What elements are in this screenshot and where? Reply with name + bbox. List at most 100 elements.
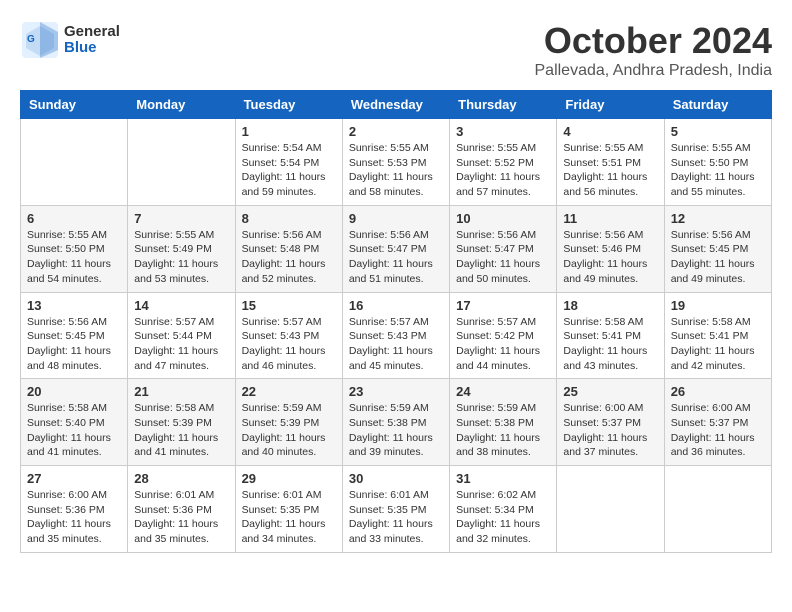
calendar-week-5: 27Sunrise: 6:00 AMSunset: 5:36 PMDayligh… — [21, 466, 772, 553]
day-info: Sunrise: 5:58 AMSunset: 5:40 PMDaylight:… — [27, 401, 121, 460]
day-number: 25 — [563, 384, 657, 399]
day-info: Sunrise: 6:01 AMSunset: 5:35 PMDaylight:… — [242, 488, 336, 547]
day-number: 29 — [242, 471, 336, 486]
calendar-cell: 20Sunrise: 5:58 AMSunset: 5:40 PMDayligh… — [21, 379, 128, 466]
day-info: Sunrise: 5:56 AMSunset: 5:45 PMDaylight:… — [27, 315, 121, 374]
day-info: Sunrise: 5:57 AMSunset: 5:44 PMDaylight:… — [134, 315, 228, 374]
calendar-cell: 23Sunrise: 5:59 AMSunset: 5:38 PMDayligh… — [342, 379, 449, 466]
col-thursday: Thursday — [450, 91, 557, 119]
day-number: 16 — [349, 298, 443, 313]
month-title: October 2024 — [535, 20, 773, 62]
day-info: Sunrise: 5:56 AMSunset: 5:47 PMDaylight:… — [456, 228, 550, 287]
day-info: Sunrise: 5:55 AMSunset: 5:49 PMDaylight:… — [134, 228, 228, 287]
day-info: Sunrise: 5:55 AMSunset: 5:51 PMDaylight:… — [563, 141, 657, 200]
calendar-cell: 24Sunrise: 5:59 AMSunset: 5:38 PMDayligh… — [450, 379, 557, 466]
calendar-cell: 13 Sunrise: 5:56 AMSunset: 5:45 PMDayligh… — [21, 292, 128, 379]
day-info: Sunrise: 5:55 AMSunset: 5:50 PMDaylight:… — [671, 141, 765, 200]
day-info: Sunrise: 5:58 AMSunset: 5:39 PMDaylight:… — [134, 401, 228, 460]
calendar-table: Sunday Monday Tuesday Wednesday Thursday… — [20, 90, 772, 553]
day-info: Sunrise: 5:58 AMSunset: 5:41 PMDaylight:… — [671, 315, 765, 374]
location: Pallevada, Andhra Pradesh, India — [535, 62, 773, 80]
calendar-cell: 4 Sunrise: 5:55 AMSunset: 5:51 PMDaylight… — [557, 119, 664, 206]
day-number: 30 — [349, 471, 443, 486]
day-info: Sunrise: 6:00 AMSunset: 5:37 PMDaylight:… — [671, 401, 765, 460]
calendar-cell: 31Sunrise: 6:02 AMSunset: 5:34 PMDayligh… — [450, 466, 557, 553]
day-number: 14 — [134, 298, 228, 313]
calendar-cell: 15 Sunrise: 5:57 AMSunset: 5:43 PMDayligh… — [235, 292, 342, 379]
day-info: Sunrise: 5:55 AMSunset: 5:50 PMDaylight:… — [27, 228, 121, 287]
calendar-cell: 1Sunrise: 5:54 AMSunset: 5:54 PMDaylight… — [235, 119, 342, 206]
calendar-cell: 8 Sunrise: 5:56 AMSunset: 5:48 PMDaylight… — [235, 205, 342, 292]
day-info: Sunrise: 5:56 AMSunset: 5:47 PMDaylight:… — [349, 228, 443, 287]
col-monday: Monday — [128, 91, 235, 119]
day-number: 7 — [134, 211, 228, 226]
calendar-cell: 19 Sunrise: 5:58 AMSunset: 5:41 PMDayligh… — [664, 292, 771, 379]
calendar-cell: 14 Sunrise: 5:57 AMSunset: 5:44 PMDayligh… — [128, 292, 235, 379]
logo-text: General Blue — [64, 24, 120, 57]
day-number: 15 — [242, 298, 336, 313]
calendar-cell: 7 Sunrise: 5:55 AMSunset: 5:49 PMDaylight… — [128, 205, 235, 292]
day-info: Sunrise: 6:00 AMSunset: 5:36 PMDaylight:… — [27, 488, 121, 547]
day-info: Sunrise: 5:58 AMSunset: 5:41 PMDaylight:… — [563, 315, 657, 374]
calendar-cell — [128, 119, 235, 206]
calendar-cell: 5 Sunrise: 5:55 AMSunset: 5:50 PMDaylight… — [664, 119, 771, 206]
calendar-week-3: 13 Sunrise: 5:56 AMSunset: 5:45 PMDayligh… — [21, 292, 772, 379]
day-number: 24 — [456, 384, 550, 399]
day-number: 28 — [134, 471, 228, 486]
day-info: Sunrise: 6:01 AMSunset: 5:35 PMDaylight:… — [349, 488, 443, 547]
calendar-cell: 29 Sunrise: 6:01 AMSunset: 5:35 PMDayligh… — [235, 466, 342, 553]
calendar-cell — [21, 119, 128, 206]
calendar-cell — [557, 466, 664, 553]
day-number: 31 — [456, 471, 550, 486]
svg-text:G: G — [27, 34, 35, 45]
logo-general: General — [64, 24, 120, 41]
col-tuesday: Tuesday — [235, 91, 342, 119]
calendar-cell: 26 Sunrise: 6:00 AMSunset: 5:37 PMDayligh… — [664, 379, 771, 466]
day-number: 18 — [563, 298, 657, 313]
day-number: 19 — [671, 298, 765, 313]
title-block: October 2024 Pallevada, Andhra Pradesh, … — [535, 20, 773, 80]
day-number: 11 — [563, 211, 657, 226]
col-saturday: Saturday — [664, 91, 771, 119]
calendar-header-row: Sunday Monday Tuesday Wednesday Thursday… — [21, 91, 772, 119]
logo-blue: Blue — [64, 40, 120, 57]
col-sunday: Sunday — [21, 91, 128, 119]
day-number: 22 — [242, 384, 336, 399]
calendar-cell: 18 Sunrise: 5:58 AMSunset: 5:41 PMDayligh… — [557, 292, 664, 379]
day-info: Sunrise: 5:57 AMSunset: 5:43 PMDaylight:… — [349, 315, 443, 374]
col-friday: Friday — [557, 91, 664, 119]
calendar-cell: 25 Sunrise: 6:00 AMSunset: 5:37 PMDayligh… — [557, 379, 664, 466]
day-number: 10 — [456, 211, 550, 226]
day-number: 5 — [671, 124, 765, 139]
calendar-cell: 17Sunrise: 5:57 AMSunset: 5:42 PMDayligh… — [450, 292, 557, 379]
calendar-cell: 21 Sunrise: 5:58 AMSunset: 5:39 PMDayligh… — [128, 379, 235, 466]
day-info: Sunrise: 5:56 AMSunset: 5:46 PMDaylight:… — [563, 228, 657, 287]
day-number: 6 — [27, 211, 121, 226]
calendar-cell: 27Sunrise: 6:00 AMSunset: 5:36 PMDayligh… — [21, 466, 128, 553]
day-info: Sunrise: 5:56 AMSunset: 5:48 PMDaylight:… — [242, 228, 336, 287]
logo: G General Blue — [20, 20, 120, 60]
day-number: 12 — [671, 211, 765, 226]
calendar-cell: 22Sunrise: 5:59 AMSunset: 5:39 PMDayligh… — [235, 379, 342, 466]
calendar-cell: 6 Sunrise: 5:55 AMSunset: 5:50 PMDaylight… — [21, 205, 128, 292]
calendar-cell: 11 Sunrise: 5:56 AMSunset: 5:46 PMDayligh… — [557, 205, 664, 292]
day-number: 8 — [242, 211, 336, 226]
calendar-cell — [664, 466, 771, 553]
day-number: 13 — [27, 298, 121, 313]
day-number: 4 — [563, 124, 657, 139]
calendar-week-1: 1Sunrise: 5:54 AMSunset: 5:54 PMDaylight… — [21, 119, 772, 206]
day-info: Sunrise: 5:55 AMSunset: 5:53 PMDaylight:… — [349, 141, 443, 200]
logo-icon: G — [20, 20, 60, 60]
day-number: 21 — [134, 384, 228, 399]
day-info: Sunrise: 5:57 AMSunset: 5:43 PMDaylight:… — [242, 315, 336, 374]
day-number: 26 — [671, 384, 765, 399]
day-info: Sunrise: 6:01 AMSunset: 5:36 PMDaylight:… — [134, 488, 228, 547]
day-info: Sunrise: 6:00 AMSunset: 5:37 PMDaylight:… — [563, 401, 657, 460]
day-number: 1 — [242, 124, 336, 139]
day-number: 9 — [349, 211, 443, 226]
day-number: 3 — [456, 124, 550, 139]
calendar-week-2: 6 Sunrise: 5:55 AMSunset: 5:50 PMDaylight… — [21, 205, 772, 292]
calendar-cell: 9 Sunrise: 5:56 AMSunset: 5:47 PMDaylight… — [342, 205, 449, 292]
calendar-cell: 10 Sunrise: 5:56 AMSunset: 5:47 PMDayligh… — [450, 205, 557, 292]
calendar-cell: 30 Sunrise: 6:01 AMSunset: 5:35 PMDayligh… — [342, 466, 449, 553]
